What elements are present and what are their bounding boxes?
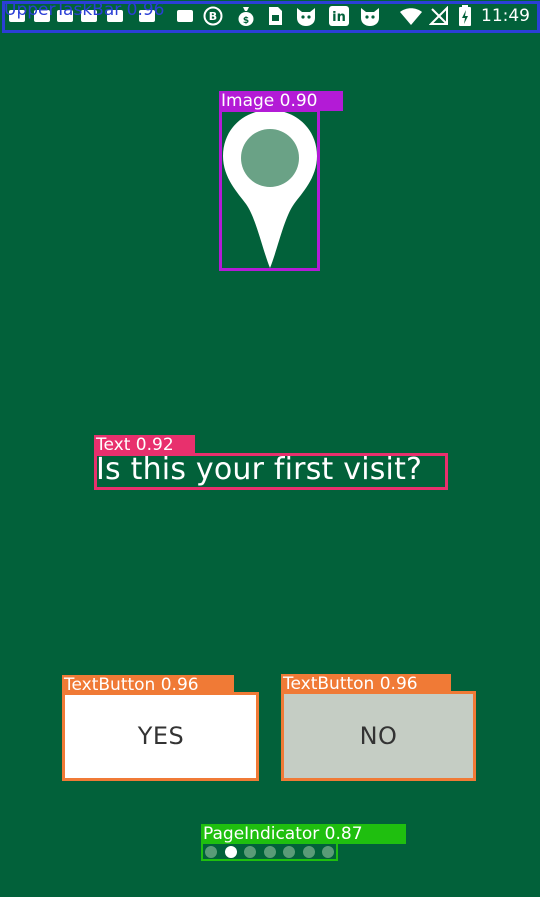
detection-label-page-indicator: PageIndicator 0.87 bbox=[201, 824, 406, 844]
detection-box-page-indicator bbox=[201, 842, 338, 861]
detection-label-text: Text 0.92 bbox=[94, 435, 195, 455]
detection-label-yes-button: TextButton 0.96 bbox=[62, 675, 234, 695]
detection-label-status-bar: UpperTaskBar 0.96 bbox=[4, 0, 165, 20]
detection-box-text bbox=[94, 453, 448, 490]
detection-label-no-button: TextButton 0.96 bbox=[281, 674, 451, 694]
detection-box-yes-button bbox=[62, 692, 259, 781]
detection-box-image bbox=[219, 109, 320, 271]
detection-label-image: Image 0.90 bbox=[219, 91, 343, 111]
detection-box-no-button bbox=[281, 691, 476, 781]
